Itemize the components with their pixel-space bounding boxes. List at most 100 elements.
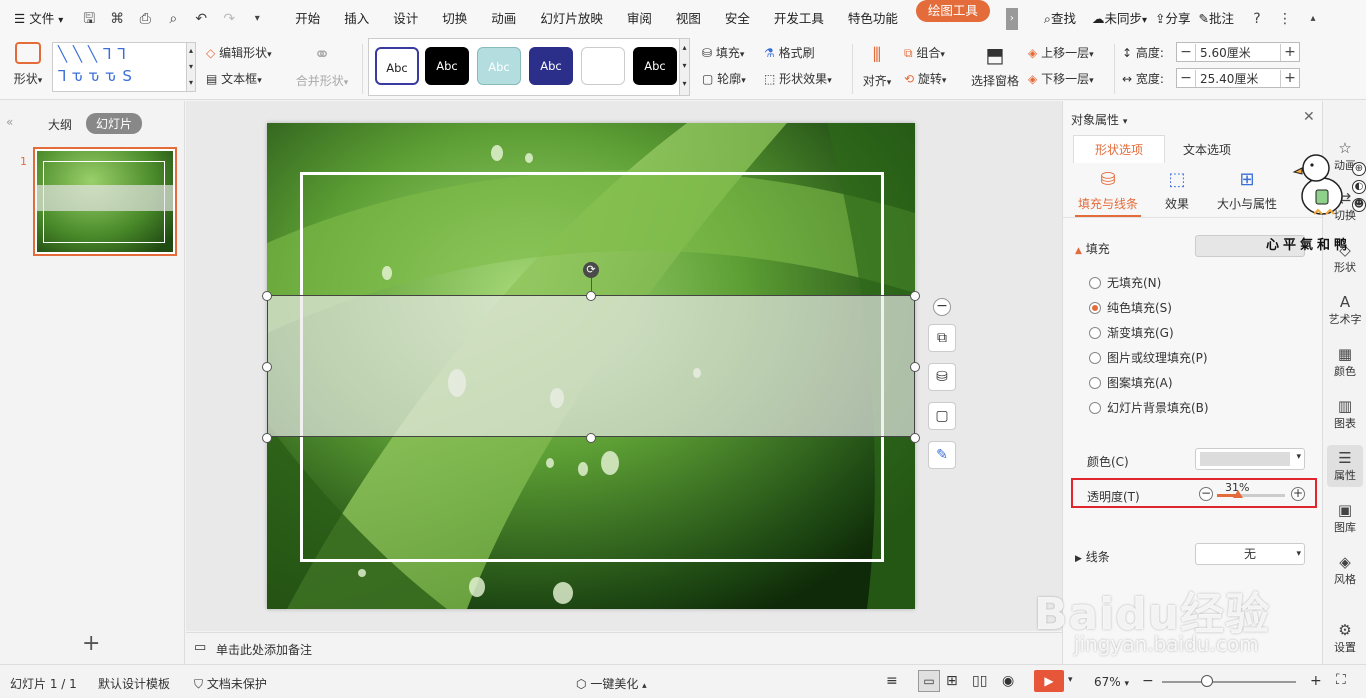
fit-window-icon[interactable]: ⛶ [1336,672,1346,688]
tab-security[interactable]: 安全 [713,0,762,38]
radio-no-fill[interactable]: 无填充(N) [1089,274,1161,291]
sidebar-item-color[interactable]: ▦ 颜色 [1323,345,1366,379]
add-slide-icon[interactable]: + [82,631,100,656]
resize-handle[interactable] [586,291,596,301]
width-field[interactable]: − 25.40厘米 + [1176,68,1300,88]
mascot-mini-icon[interactable]: ☻ [1352,198,1366,212]
resize-handle[interactable] [910,433,920,443]
resize-handle[interactable] [262,433,272,443]
collapse-panel-icon[interactable]: « [6,115,13,129]
beautify-button[interactable]: ⬡ 一键美化 ▴ [576,675,647,692]
zoom-out-button[interactable]: − [1142,673,1154,689]
resize-handle[interactable] [910,291,920,301]
sidebar-item-settings[interactable]: ⚙ 设置 [1323,621,1366,655]
tab-review[interactable]: 审阅 [615,0,664,38]
radio-slide-bg-fill[interactable]: 幻灯片背景填充(B) [1089,399,1209,416]
tab-animation[interactable]: 动画 [479,0,528,38]
notes-toggle-icon[interactable]: ≡ [886,673,898,689]
play-button[interactable]: ▶ [1034,670,1064,692]
shape-button[interactable]: 形状▾ [10,42,46,87]
print-preview-icon[interactable]: ⌕ [164,10,182,28]
more-options-icon[interactable]: ⋮ [1276,10,1294,28]
edit-pen-icon[interactable]: ✎ [928,441,956,469]
tab-text-options[interactable]: 文本选项 [1183,141,1231,158]
sidebar-item-gallery[interactable]: ▣ 图库 [1323,501,1366,535]
tab-design[interactable]: 设计 [381,0,430,38]
protection-status[interactable]: ⛉ 文档未保护 [194,675,267,692]
template-name[interactable]: 默认设计模板 [98,675,170,692]
close-icon[interactable]: ✕ [1303,109,1315,125]
tab-developer[interactable]: 开发工具 [762,0,836,38]
sidebar-item-properties[interactable]: ☰ 属性 [1327,445,1363,487]
save-icon[interactable]: 🖫 [80,10,98,28]
subtab-effect[interactable]: ⬚ 效果 [1159,169,1195,212]
sorter-view-icon[interactable]: ⊞ [946,673,958,689]
tab-slideshow[interactable]: 幻灯片放映 [528,0,615,38]
file-menu[interactable]: ☰ 文件 ▾ [0,0,75,38]
color-dropdown[interactable]: ▾ [1195,448,1305,470]
resize-handle[interactable] [262,362,272,372]
comment-button[interactable]: ✎批注 [1195,0,1239,38]
rotate-button[interactable]: ⟲ 旋转▾ [904,70,946,87]
reading-view-icon[interactable]: ▯▯ [972,673,987,689]
width-decrease-button[interactable]: − [1177,70,1195,86]
more-tabs-icon[interactable]: › [1005,8,1018,30]
height-field[interactable]: − 5.60厘米 + [1176,42,1300,62]
slide[interactable] [267,123,915,609]
search-button[interactable]: ⌕查找 [1032,0,1088,38]
sidebar-item-style[interactable]: ◈ 风格 [1323,553,1366,587]
transparency-increase-button[interactable]: + [1291,487,1305,501]
zoom-in-mini-icon[interactable]: ⊕ [1352,162,1366,176]
resize-handle[interactable] [586,433,596,443]
subtab-size-properties[interactable]: ⊞ 大小与属性 [1213,169,1281,212]
resize-handle[interactable] [910,362,920,372]
width-value[interactable]: 25.40厘米 [1195,69,1281,87]
notes-placeholder[interactable]: 单击此处添加备注 [216,641,312,658]
format-brush-button[interactable]: ⚗ 格式刷 [764,44,815,61]
styles-scroll[interactable]: ▴ ▾ ▾ [679,39,689,95]
group-button[interactable]: ⧉ 组合▾ [904,44,945,61]
style-option[interactable] [581,47,625,85]
style-option[interactable]: Abc [633,47,677,85]
fill-section-header[interactable]: ▲ 填充 [1075,240,1110,257]
normal-view-icon[interactable]: ▭ [918,670,940,692]
translucent-band-rectangle[interactable] [267,295,915,437]
style-option[interactable]: Abc [375,47,419,85]
collapse-tools-icon[interactable]: − [933,298,951,316]
height-value[interactable]: 5.60厘米 [1195,43,1281,61]
theme-mini-icon[interactable]: ◐ [1352,180,1366,194]
fill-tool-icon[interactable]: ⛁ [928,363,956,391]
layers-icon[interactable]: ⧉ [928,324,956,352]
fill-button[interactable]: ⛁ 填充▾ [702,44,744,61]
play-dropdown-icon[interactable]: ▾ [1068,675,1073,685]
send-backward-button[interactable]: ◈ 下移一层▾ [1028,70,1094,87]
line-shapes-gallery[interactable]: ╲╲╲⅂⅂ ⅂ԏԏԏS [52,42,188,92]
sidebar-item-wordart[interactable]: A 艺术字 [1323,293,1366,327]
radio-solid-fill[interactable]: 纯色填充(S) [1089,299,1172,316]
outline-button[interactable]: ▢ 轮廓▾ [702,70,746,87]
style-option[interactable]: Abc [477,47,521,85]
bring-forward-button[interactable]: ◈ 上移一层▾ [1028,44,1094,61]
align-button[interactable]: ⫴ 对齐▾ [858,42,896,89]
transparency-slider-thumb[interactable] [1233,490,1244,498]
height-decrease-button[interactable]: − [1177,44,1195,60]
zoom-value[interactable]: 67% ▾ [1094,675,1129,689]
transparency-slider-track[interactable] [1217,490,1285,498]
radio-picture-fill[interactable]: 图片或纹理填充(P) [1089,349,1208,366]
panel-title[interactable]: 对象属性 ▾ [1071,111,1127,128]
style-option[interactable]: Abc [529,47,573,85]
select-pane-button[interactable]: ⬒ 选择窗格 [968,42,1022,89]
tab-start[interactable]: 开始 [283,0,332,38]
quick-access-dropdown-icon[interactable]: ▾ [248,10,266,28]
outline-tool-icon[interactable]: ▢ [928,402,956,430]
tab-features[interactable]: 特色功能 [836,0,910,38]
style-option[interactable]: Abc [425,47,469,85]
print-icon[interactable]: ⎙ [136,10,154,28]
width-increase-button[interactable]: + [1281,70,1299,86]
undo-icon[interactable]: ↶ [192,10,210,28]
rotate-handle-icon[interactable]: ⟳ [583,262,599,278]
subtab-fill-line[interactable]: ⛁ 填充与线条 [1075,169,1141,217]
text-box-button[interactable]: ▤ 文本框▾ [206,70,262,87]
shape-effect-button[interactable]: ⬚ 形状效果▾ [764,70,832,87]
sidebar-item-chart[interactable]: ▥ 图表 [1323,397,1366,431]
